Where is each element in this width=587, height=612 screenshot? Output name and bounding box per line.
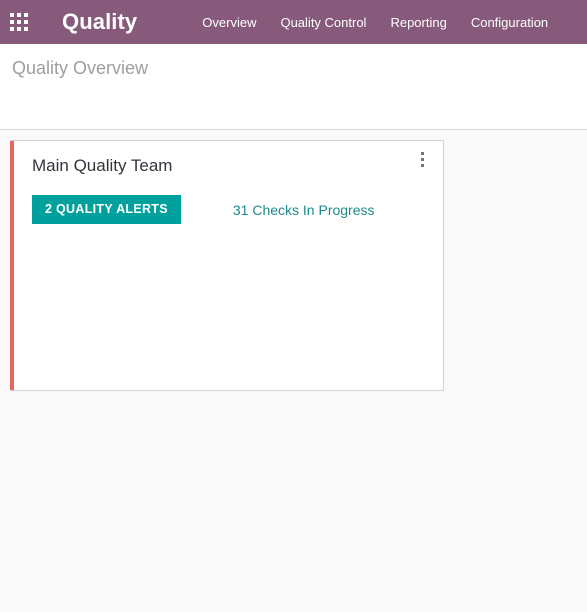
vertical-ellipsis-icon[interactable] — [413, 148, 431, 170]
card-body: Main Quality Team 2 QUALITY ALERTS 31 Ch… — [14, 141, 443, 390]
card-stats-row: 2 QUALITY ALERTS 31 Checks In Progress — [32, 195, 425, 224]
menu-item-configuration[interactable]: Configuration — [459, 16, 560, 29]
kanban-content-area: Main Quality Team 2 QUALITY ALERTS 31 Ch… — [0, 131, 587, 612]
app-brand-title[interactable]: Quality — [62, 11, 137, 33]
menu-item-quality-control[interactable]: Quality Control — [268, 16, 378, 29]
menu-item-overview[interactable]: Overview — [190, 16, 268, 29]
control-panel: Quality Overview — [0, 44, 587, 130]
menu-item-reporting[interactable]: Reporting — [378, 16, 458, 29]
quality-alerts-button[interactable]: 2 QUALITY ALERTS — [32, 195, 181, 224]
apps-menu-toggle[interactable] — [0, 0, 38, 44]
breadcrumb[interactable]: Quality Overview — [12, 57, 148, 80]
kanban-card[interactable]: Main Quality Team 2 QUALITY ALERTS 31 Ch… — [10, 140, 444, 391]
apps-grid-icon — [10, 13, 28, 31]
main-menu: Overview Quality Control Reporting Confi… — [190, 16, 560, 29]
card-title: Main Quality Team — [32, 156, 173, 175]
top-navbar: Quality Overview Quality Control Reporti… — [0, 0, 587, 44]
checks-in-progress-link[interactable]: 31 Checks In Progress — [233, 203, 375, 217]
